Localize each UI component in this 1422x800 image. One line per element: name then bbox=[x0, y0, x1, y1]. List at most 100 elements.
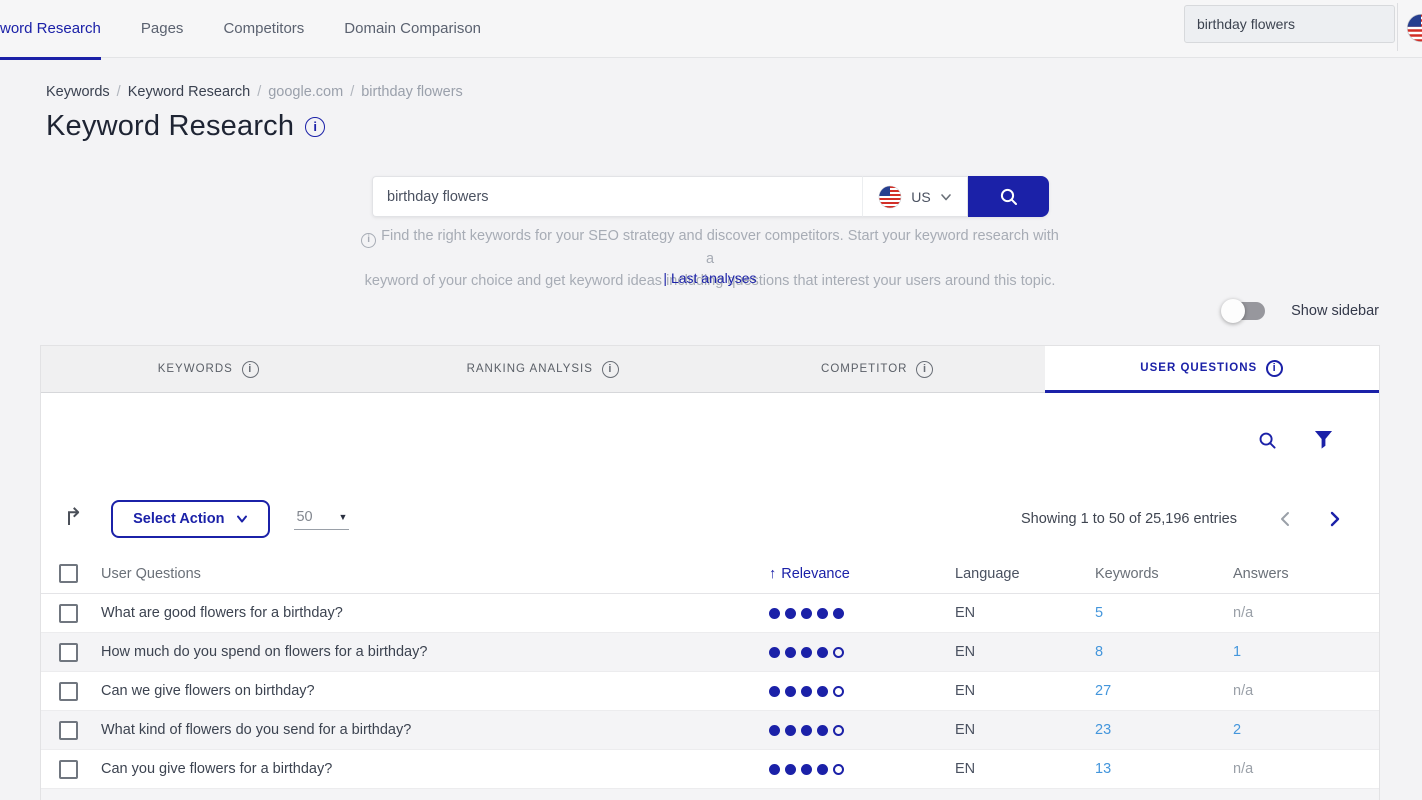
last-analyses-link[interactable]: | Last analyses bbox=[360, 270, 1060, 286]
relevance-dots bbox=[769, 686, 955, 697]
row-checkbox[interactable] bbox=[59, 604, 78, 623]
keywords-count-link[interactable]: 27 bbox=[1095, 683, 1111, 699]
tab-competitor[interactable]: COMPETITOR bbox=[710, 346, 1045, 393]
table-row: Can we give flowers on birthday? EN 27 n… bbox=[41, 672, 1379, 711]
page-title: Keyword Research bbox=[46, 110, 294, 143]
breadcrumb-keyword: birthday flowers bbox=[361, 84, 463, 100]
relevance-dot bbox=[817, 725, 828, 736]
question-text: What are good flowers for a birthday? bbox=[101, 605, 769, 621]
breadcrumb-keywords[interactable]: Keywords bbox=[46, 84, 110, 100]
relevance-dot bbox=[833, 647, 844, 658]
answers-value: n/a bbox=[1233, 761, 1379, 777]
nav-item-keyword-research[interactable]: word Research bbox=[0, 0, 101, 58]
answers-value: n/a bbox=[1233, 683, 1379, 699]
relevance-dot bbox=[769, 686, 780, 697]
relevance-dot bbox=[801, 686, 812, 697]
search-button[interactable] bbox=[968, 176, 1049, 217]
relevance-dot bbox=[817, 647, 828, 658]
breadcrumb-separator: / bbox=[257, 84, 261, 100]
row-checkbox[interactable] bbox=[59, 682, 78, 701]
header-keywords[interactable]: Keywords bbox=[1095, 566, 1233, 582]
relevance-dots bbox=[769, 608, 955, 619]
keywords-count-link[interactable]: 13 bbox=[1095, 761, 1111, 777]
show-sidebar-toggle[interactable] bbox=[1223, 302, 1265, 320]
row-checkbox[interactable] bbox=[59, 643, 78, 662]
nav-item-domain-comparison[interactable]: Domain Comparison bbox=[344, 0, 481, 58]
breadcrumb-separator: / bbox=[350, 84, 354, 100]
answers-value: 2 bbox=[1233, 722, 1379, 738]
title-info-icon[interactable] bbox=[305, 117, 325, 137]
relevance-dots bbox=[769, 647, 955, 658]
relevance-dot bbox=[817, 764, 828, 775]
select-all-checkbox[interactable] bbox=[59, 564, 78, 583]
keywords-count-link[interactable]: 8 bbox=[1095, 644, 1103, 660]
top-navigation-bar: word Research Pages Competitors Domain C… bbox=[0, 0, 1422, 58]
table-body: What are good flowers for a birthday? EN… bbox=[41, 594, 1379, 789]
table-search-icon[interactable] bbox=[1257, 430, 1278, 451]
keyword-search-bar: US bbox=[372, 176, 1049, 217]
info-icon bbox=[361, 233, 376, 248]
header-language[interactable]: Language bbox=[955, 566, 1095, 582]
relevance-dot bbox=[817, 608, 828, 619]
question-text: What kind of flowers do you send for a b… bbox=[101, 722, 769, 738]
country-selector[interactable]: US bbox=[862, 176, 968, 217]
relevance-dot bbox=[833, 764, 844, 775]
relevance-dot bbox=[801, 608, 812, 619]
language-value: EN bbox=[955, 761, 1095, 777]
relevance-dot bbox=[833, 686, 844, 697]
tab-ranking-analysis[interactable]: RANKING ANALYSIS bbox=[376, 346, 711, 393]
question-text: Can we give flowers on birthday? bbox=[101, 683, 769, 699]
keywords-count-link[interactable]: 5 bbox=[1095, 605, 1103, 621]
info-icon[interactable] bbox=[1266, 360, 1283, 377]
relevance-dot bbox=[769, 764, 780, 775]
table-row: How much do you spend on flowers for a b… bbox=[41, 633, 1379, 672]
header-answers[interactable]: Answers bbox=[1233, 566, 1379, 582]
tab-bar: KEYWORDS RANKING ANALYSIS COMPETITOR USE… bbox=[41, 346, 1379, 393]
table-header-row: User Questions ↑ Relevance Language Keyw… bbox=[41, 554, 1379, 594]
info-icon[interactable] bbox=[602, 361, 619, 378]
keywords-count-link[interactable]: 23 bbox=[1095, 722, 1111, 738]
header-relevance[interactable]: ↑ Relevance bbox=[769, 566, 955, 582]
relevance-dot bbox=[833, 608, 844, 619]
search-icon bbox=[998, 186, 1020, 208]
keyword-search-input[interactable] bbox=[372, 176, 862, 217]
breadcrumb-keyword-research[interactable]: Keyword Research bbox=[128, 84, 251, 100]
relevance-dot bbox=[801, 647, 812, 658]
relevance-dots bbox=[769, 725, 955, 736]
relevance-dot bbox=[769, 608, 780, 619]
relevance-dot bbox=[801, 725, 812, 736]
relevance-dot bbox=[833, 725, 844, 736]
relevance-dots bbox=[769, 764, 955, 775]
tab-keywords[interactable]: KEYWORDS bbox=[41, 346, 376, 393]
nav-item-pages[interactable]: Pages bbox=[141, 0, 184, 58]
relevance-dot bbox=[801, 764, 812, 775]
breadcrumb-domain[interactable]: google.com bbox=[268, 84, 343, 100]
show-sidebar-label: Show sidebar bbox=[1291, 303, 1379, 319]
language-value: EN bbox=[955, 722, 1095, 738]
answers-value: 1 bbox=[1233, 644, 1379, 660]
next-page-button[interactable] bbox=[1329, 511, 1341, 527]
nav-item-competitors[interactable]: Competitors bbox=[223, 0, 304, 58]
row-checkbox[interactable] bbox=[59, 721, 78, 740]
us-flag-icon[interactable] bbox=[1406, 13, 1422, 43]
tab-user-questions[interactable]: USER QUESTIONS bbox=[1045, 346, 1380, 393]
sort-ascending-icon: ↑ bbox=[769, 566, 776, 582]
relevance-dot bbox=[785, 686, 796, 697]
info-icon[interactable] bbox=[916, 361, 933, 378]
table-row: Can you give flowers for a birthday? EN … bbox=[41, 750, 1379, 789]
previous-page-button[interactable] bbox=[1279, 511, 1291, 527]
topbar-search-input[interactable] bbox=[1184, 5, 1395, 43]
select-action-button[interactable]: Select Action bbox=[111, 500, 270, 538]
chevron-down-icon bbox=[236, 513, 248, 525]
breadcrumb-separator: / bbox=[117, 84, 121, 100]
info-icon[interactable] bbox=[242, 361, 259, 378]
filter-icon[interactable] bbox=[1314, 430, 1333, 450]
row-checkbox[interactable] bbox=[59, 760, 78, 779]
relevance-dot bbox=[817, 686, 828, 697]
partial-next-row bbox=[41, 789, 1379, 800]
relevance-dot bbox=[785, 764, 796, 775]
page-size-select[interactable]: 50▼ bbox=[294, 509, 349, 530]
user-questions-table: User Questions ↑ Relevance Language Keyw… bbox=[41, 554, 1379, 800]
language-value: EN bbox=[955, 644, 1095, 660]
export-icon[interactable]: ↱ bbox=[63, 506, 83, 530]
